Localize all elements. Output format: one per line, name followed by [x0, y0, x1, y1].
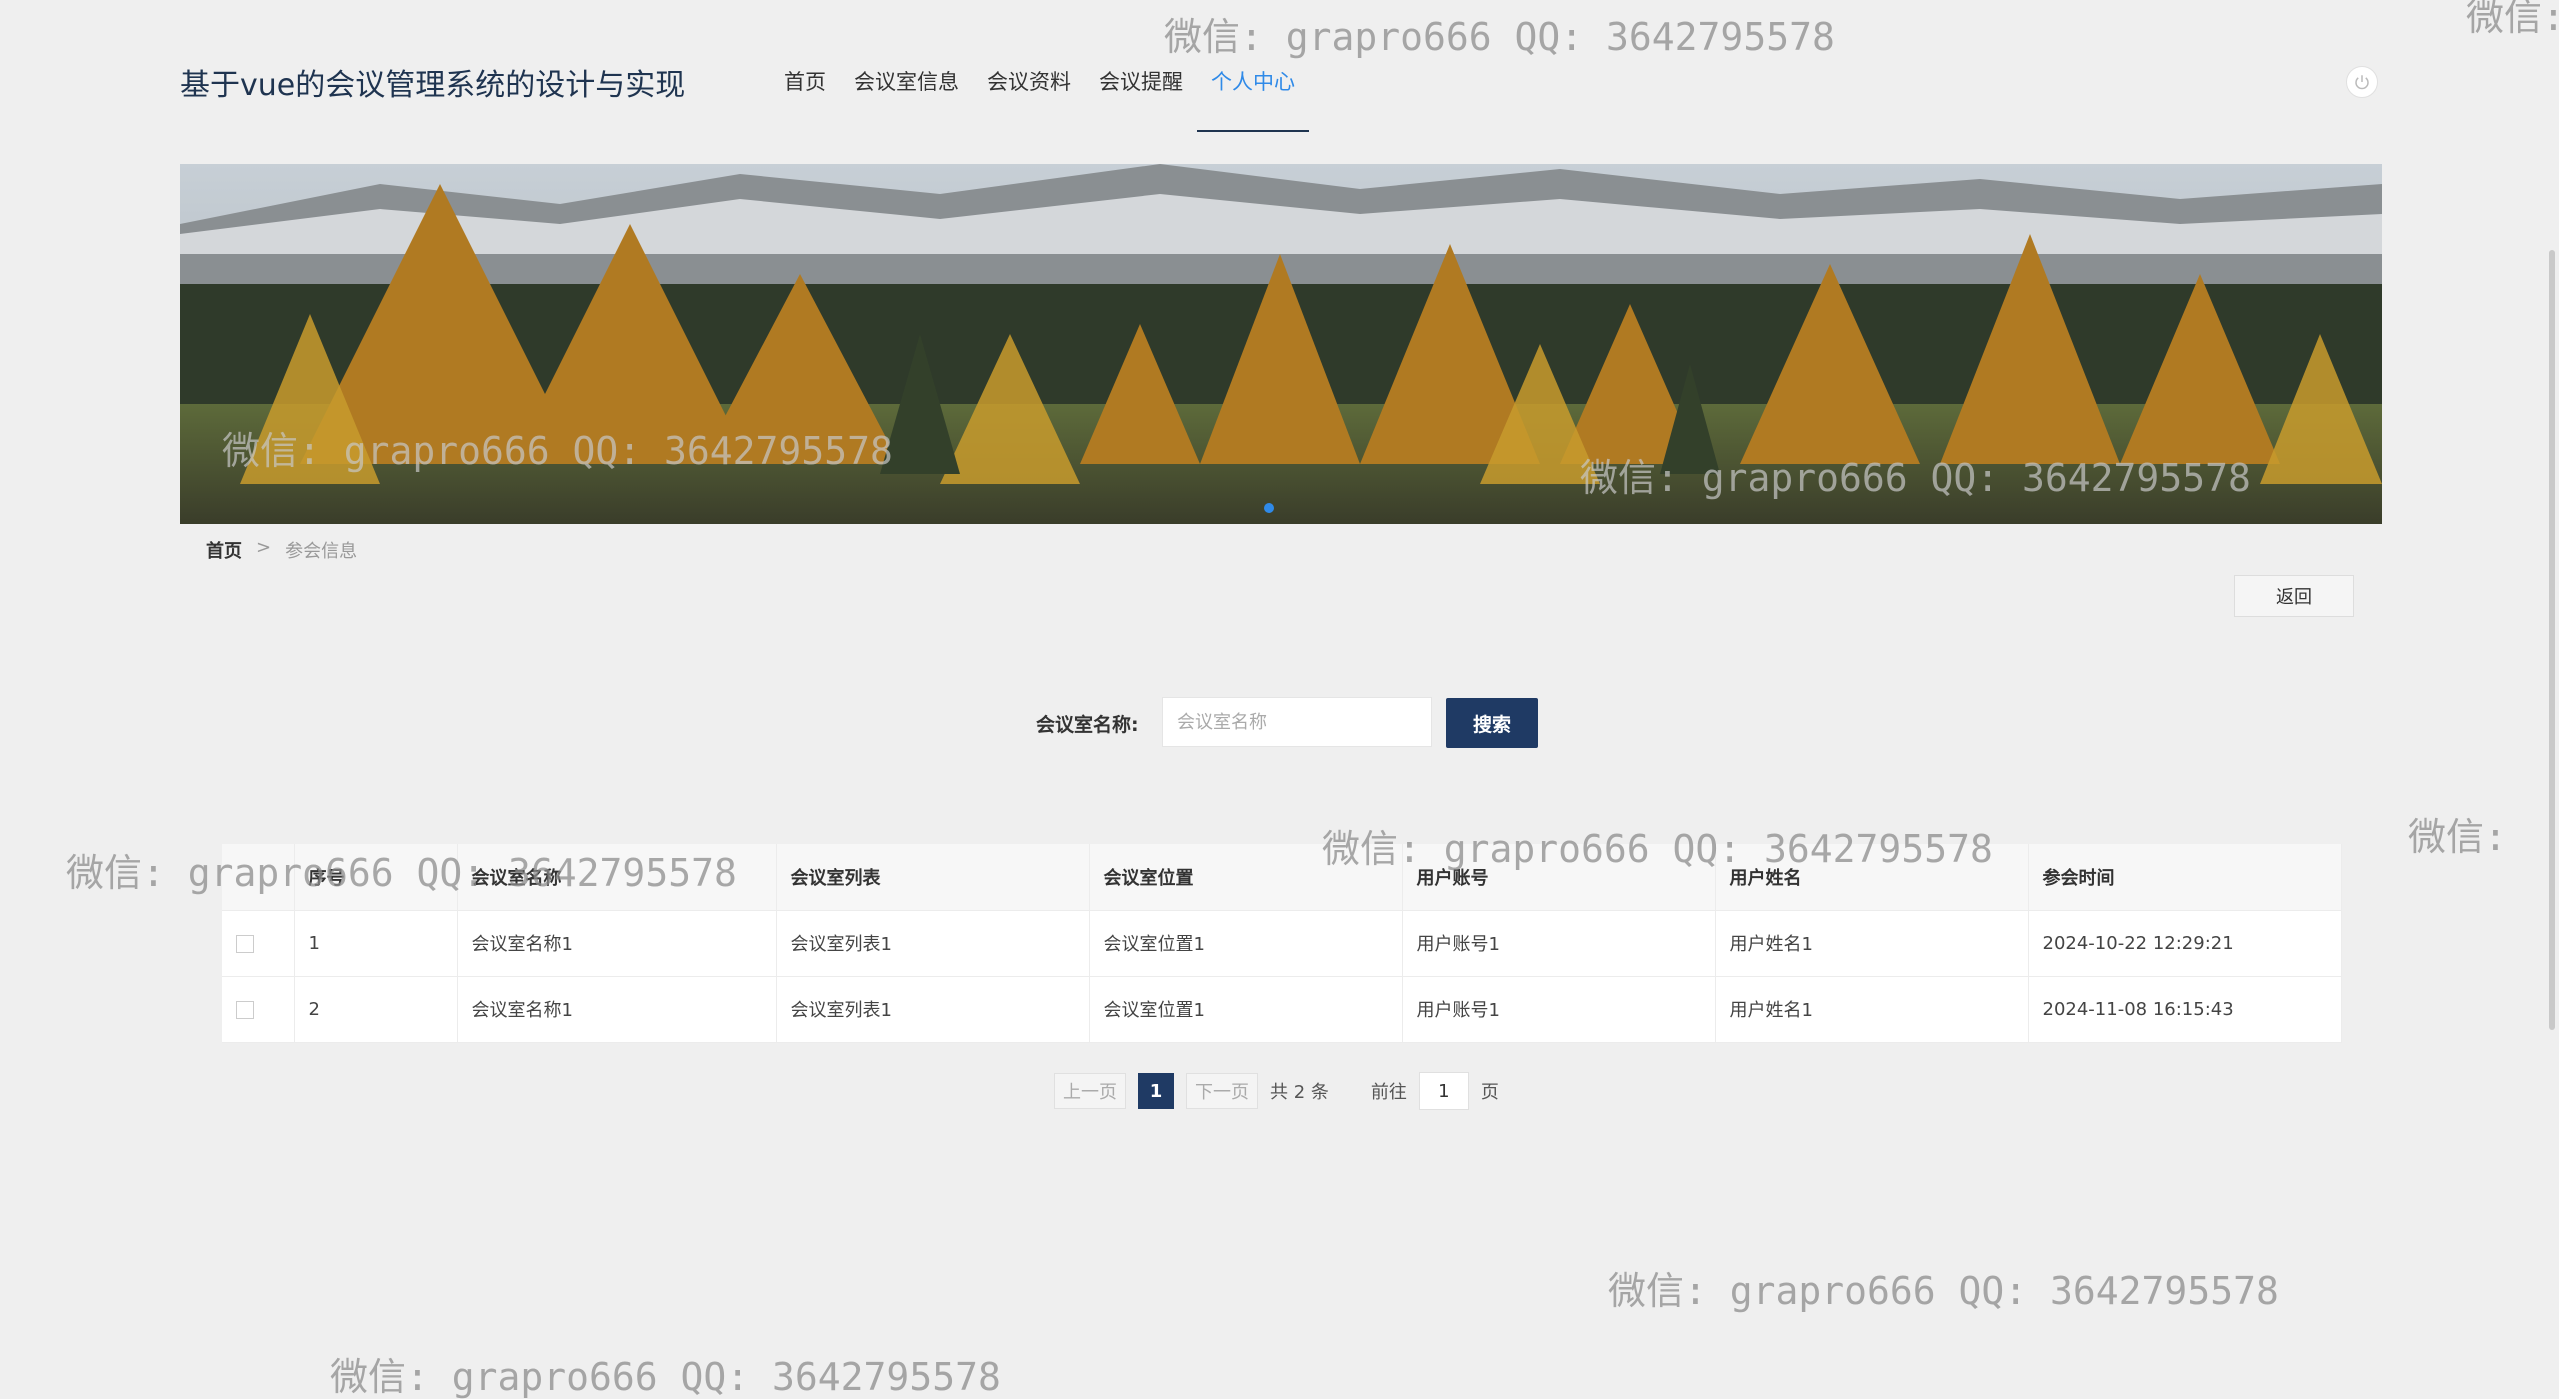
- nav-item-meeting-reminder[interactable]: 会议提醒: [1085, 0, 1197, 132]
- main-nav: 首页 会议室信息 会议资料 会议提醒 个人中心: [770, 0, 1309, 132]
- table-cell: 用户姓名1: [1715, 976, 2029, 1042]
- table-cell: 用户账号1: [1402, 976, 1716, 1042]
- breadcrumb-current: 参会信息: [285, 541, 358, 562]
- breadcrumb-separator: >: [256, 537, 272, 558]
- search-button[interactable]: 搜索: [1446, 698, 1538, 748]
- search-input[interactable]: [1162, 697, 1432, 747]
- table-cell: 会议室名称1: [457, 910, 777, 976]
- total-count: 共 2 条: [1270, 1082, 1329, 1103]
- table-cell: 2: [294, 976, 458, 1042]
- carousel-indicators: [1264, 503, 1274, 513]
- table-cell: 会议室位置1: [1089, 976, 1403, 1042]
- column-header: 会议室位置: [1089, 844, 1403, 910]
- nav-item-meeting-room-info[interactable]: 会议室信息: [840, 0, 973, 132]
- row-checkbox[interactable]: [236, 934, 254, 953]
- nav-item-home[interactable]: 首页: [770, 0, 840, 132]
- search-label: 会议室名称:: [1036, 714, 1139, 736]
- row-checkbox[interactable]: [236, 1000, 254, 1019]
- nav-item-personal-center[interactable]: 个人中心: [1197, 0, 1309, 132]
- table-header-row: 序号 会议室名称 会议室列表 会议室位置 用户账号 用户姓名 参会时间: [222, 844, 2342, 910]
- table-cell: 2024-11-08 16:15:43: [2028, 976, 2342, 1042]
- site-title: 基于vue的会议管理系统的设计与实现: [180, 68, 686, 103]
- column-header: 用户账号: [1402, 844, 1716, 910]
- vertical-scrollbar[interactable]: [2549, 250, 2555, 1030]
- breadcrumb-home[interactable]: 首页: [206, 537, 242, 563]
- column-header: 会议室列表: [776, 844, 1090, 910]
- table-cell: 会议室列表1: [776, 976, 1090, 1042]
- watermark: 微信:: [2466, 0, 2559, 39]
- watermark: 微信: grapro666 QQ: 3642795578: [330, 1355, 1001, 1399]
- table-cell: 会议室列表1: [776, 910, 1090, 976]
- column-header: 用户姓名: [1715, 844, 2029, 910]
- nav-item-meeting-materials[interactable]: 会议资料: [973, 0, 1085, 132]
- table-cell: 会议室名称1: [457, 976, 777, 1042]
- table-cell: 2024-10-22 12:29:21: [2028, 910, 2342, 976]
- table-cell: 1: [294, 910, 458, 976]
- column-header: 会议室名称: [457, 844, 777, 910]
- breadcrumb: 首页 > 参会信息: [206, 537, 357, 563]
- table-cell: 会议室位置1: [1089, 910, 1403, 976]
- prev-page-button[interactable]: 上一页: [1054, 1073, 1126, 1109]
- next-page-button[interactable]: 下一页: [1186, 1073, 1258, 1109]
- goto-page-input[interactable]: [1418, 1072, 1469, 1110]
- banner-image: [180, 164, 2382, 524]
- power-icon: [2355, 75, 2369, 90]
- logout-button[interactable]: [2346, 66, 2378, 98]
- page-number-current[interactable]: 1: [1138, 1073, 1174, 1109]
- table-row: 2 会议室名称1 会议室列表1 会议室位置1 用户账号1 用户姓名1 2024-…: [222, 976, 2342, 1042]
- back-button[interactable]: 返回: [2234, 575, 2354, 617]
- page-suffix: 页: [1480, 1082, 1499, 1103]
- table-row: 1 会议室名称1 会议室列表1 会议室位置1 用户账号1 用户姓名1 2024-…: [222, 910, 2342, 976]
- pagination: 上一页 1 下一页 共 2 条 前往 页: [1054, 1072, 1499, 1110]
- watermark: 微信:: [2408, 815, 2507, 859]
- select-all-cell: [222, 844, 295, 910]
- carousel-dot[interactable]: [1264, 503, 1274, 513]
- watermark: 微信: grapro666 QQ: 3642795578: [1608, 1269, 2279, 1313]
- table-cell: 用户姓名1: [1715, 910, 2029, 976]
- table-cell: 用户账号1: [1402, 910, 1716, 976]
- column-header: 序号: [294, 844, 458, 910]
- goto-label: 前往: [1370, 1082, 1407, 1103]
- attendance-table: 序号 会议室名称 会议室列表 会议室位置 用户账号 用户姓名 参会时间 1 会议…: [222, 844, 2342, 1043]
- column-header: 参会时间: [2028, 844, 2342, 910]
